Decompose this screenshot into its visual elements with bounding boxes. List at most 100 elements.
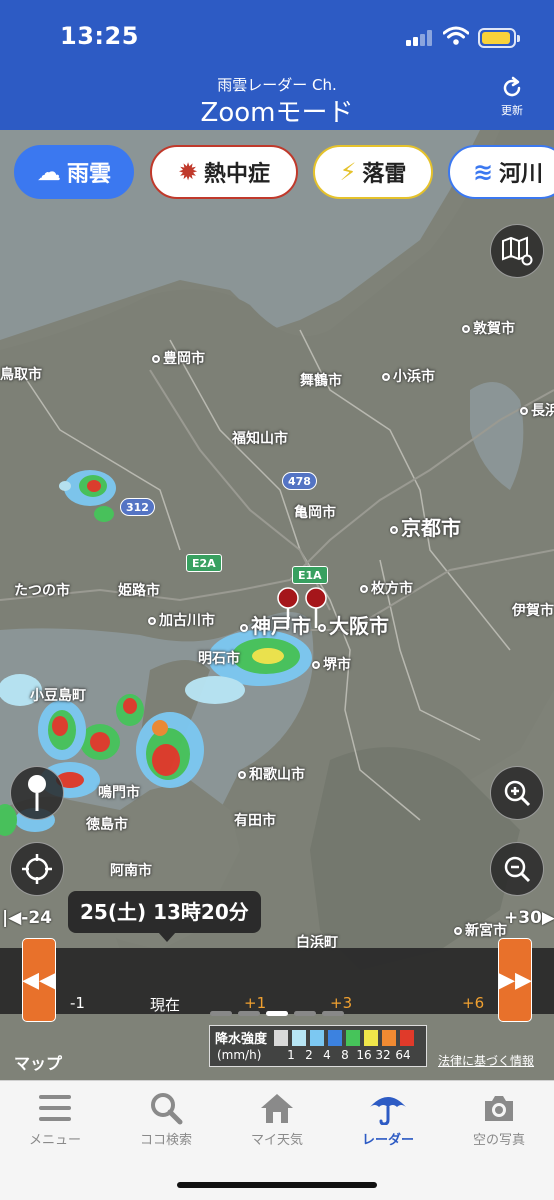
search-icon <box>151 1093 183 1125</box>
refresh-icon <box>503 76 521 97</box>
city-dot <box>148 617 156 625</box>
fast-forward-button[interactable]: ▶▶ <box>498 938 532 1022</box>
tab-sky-photo[interactable]: 空の写真 <box>444 1091 554 1148</box>
location-pins[interactable] <box>276 586 332 630</box>
rain-cloud-icon: ☁ <box>36 158 61 186</box>
chip-river[interactable]: ≋ 河川 <box>448 145 554 199</box>
pager-dot <box>322 1011 344 1016</box>
place-anan: 阿南市 <box>110 863 152 879</box>
tab-menu-label: メニュー <box>28 1133 81 1148</box>
edge-label-right: +30▶| <box>504 908 554 928</box>
road-shield-e1a: E1A <box>292 566 328 584</box>
chip-heatstroke-label: 熱中症 <box>204 162 271 187</box>
city-dot <box>462 325 470 333</box>
place-wakayama: 和歌山市 <box>238 764 305 784</box>
timeline-pager <box>210 1001 350 1020</box>
zoom-in-icon <box>504 780 531 807</box>
wifi-icon <box>443 26 469 45</box>
lightning-icon: ⚡ <box>339 158 357 186</box>
fast-forward-icon: ▶▶ <box>498 967 532 993</box>
legend-value: 4 <box>323 1048 331 1062</box>
precipitation-legend: 降水強度 (mm/h) 1 2 4 8 16 32 64 <box>209 1025 427 1067</box>
place-hirakata: 枚方市 <box>360 578 413 598</box>
chip-rain[interactable]: ☁ 雨雲 <box>14 145 134 199</box>
tab-radar[interactable]: レーダー <box>333 1091 443 1148</box>
place-kameoka: 亀岡市 <box>294 505 336 521</box>
sun-icon: ✹ <box>177 158 199 186</box>
legend-swatch <box>364 1030 378 1046</box>
skip-left-icon: |◀ <box>2 908 22 928</box>
status-time: 13:25 <box>60 22 139 50</box>
city-dot <box>520 407 528 415</box>
legend-value: 2 <box>305 1048 313 1062</box>
camera-icon <box>485 1096 513 1121</box>
pin-icon <box>28 775 46 811</box>
city-dot <box>382 373 390 381</box>
time-bubble: 25(土) 13時20分 <box>68 891 261 942</box>
legal-info-link[interactable]: 法律に基づく情報 <box>438 1052 534 1069</box>
crosshair-icon <box>22 854 52 884</box>
tab-menu[interactable]: メニュー <box>0 1091 110 1148</box>
place-naruto: 鳴門市 <box>98 785 140 801</box>
pager-dot-active <box>266 1011 288 1016</box>
city-dot <box>152 355 160 363</box>
umbrella-icon <box>370 1097 406 1125</box>
road-shield-478: 478 <box>282 472 317 490</box>
place-tottori: 鳥取市 <box>0 367 42 383</box>
place-kakogawa: 加古川市 <box>148 610 215 630</box>
pager-dot <box>294 1011 316 1016</box>
place-tokushima: 徳島市 <box>86 817 128 833</box>
legend-value: 8 <box>341 1048 349 1062</box>
place-akashi: 明石市 <box>198 651 240 667</box>
place-himeji: 姫路市 <box>118 583 160 599</box>
place-tatsuno: たつの市 <box>14 583 70 599</box>
road-shield-e2a: E2A <box>186 554 222 572</box>
rewind-button[interactable]: ◀◀ <box>22 938 56 1022</box>
app-header: 13:25 雨雲レーダー Ch. Zoomモード 更新 <box>0 0 554 130</box>
place-iga: 伊賀市 <box>512 603 554 619</box>
city-dot <box>240 623 248 632</box>
battery-icon <box>478 28 520 48</box>
place-maizuru: 舞鶴市 <box>300 373 342 389</box>
place-nagahama: 長浜 <box>520 400 554 420</box>
tab-search-label: ココ検索 <box>139 1133 192 1148</box>
zoom-out-button[interactable] <box>490 842 544 896</box>
river-icon: ≋ <box>472 158 494 186</box>
home-icon <box>261 1094 293 1123</box>
legend-swatch <box>292 1030 306 1046</box>
rewind-icon: ◀◀ <box>22 967 56 993</box>
chip-heatstroke[interactable]: ✹ 熱中症 <box>150 145 298 199</box>
tick-plus6: +6 <box>462 994 485 1012</box>
legend-swatch <box>400 1030 414 1046</box>
tab-my-weather-label: マイ天気 <box>250 1133 303 1148</box>
pin-drop-button[interactable] <box>10 766 64 820</box>
place-toyooka: 豊岡市 <box>152 348 205 368</box>
radar-map[interactable]: ☁ 雨雲 ✹ 熱中症 ⚡ 落雷 ≋ 河川 鳥取市 豊岡市 舞鶴市 小浜市 敦賀市… <box>0 130 554 1080</box>
zoom-in-button[interactable] <box>490 766 544 820</box>
city-dot <box>454 927 462 935</box>
road-shield-312: 312 <box>120 498 155 516</box>
place-shingu: 新宮市 <box>454 920 507 940</box>
tab-search[interactable]: ココ検索 <box>111 1091 221 1148</box>
tab-sky-photo-label: 空の写真 <box>472 1133 525 1148</box>
refresh-label: 更新 <box>501 104 523 117</box>
page-title: Zoomモード <box>200 98 354 128</box>
current-location-button[interactable] <box>10 842 64 896</box>
map-settings-icon <box>502 236 533 266</box>
zoom-out-icon <box>504 856 531 883</box>
chip-rain-label: 雨雲 <box>66 162 111 187</box>
refresh-button[interactable]: 更新 <box>490 76 534 118</box>
legend-swatch <box>382 1030 396 1046</box>
legend-value: 16 <box>356 1048 372 1062</box>
pager-dot <box>210 1011 232 1016</box>
legend-swatch <box>346 1030 360 1046</box>
menu-icon <box>39 1095 71 1121</box>
city-dot <box>360 585 368 593</box>
map-settings-button[interactable] <box>490 224 544 278</box>
chip-lightning[interactable]: ⚡ 落雷 <box>313 145 433 199</box>
tab-my-weather[interactable]: マイ天気 <box>222 1091 332 1148</box>
place-kyoto: 京都市 <box>390 512 461 541</box>
legend-value: 64 <box>395 1048 411 1062</box>
legend-title: 降水強度 <box>215 1032 268 1047</box>
legend-unit: (mm/h) <box>217 1048 262 1062</box>
